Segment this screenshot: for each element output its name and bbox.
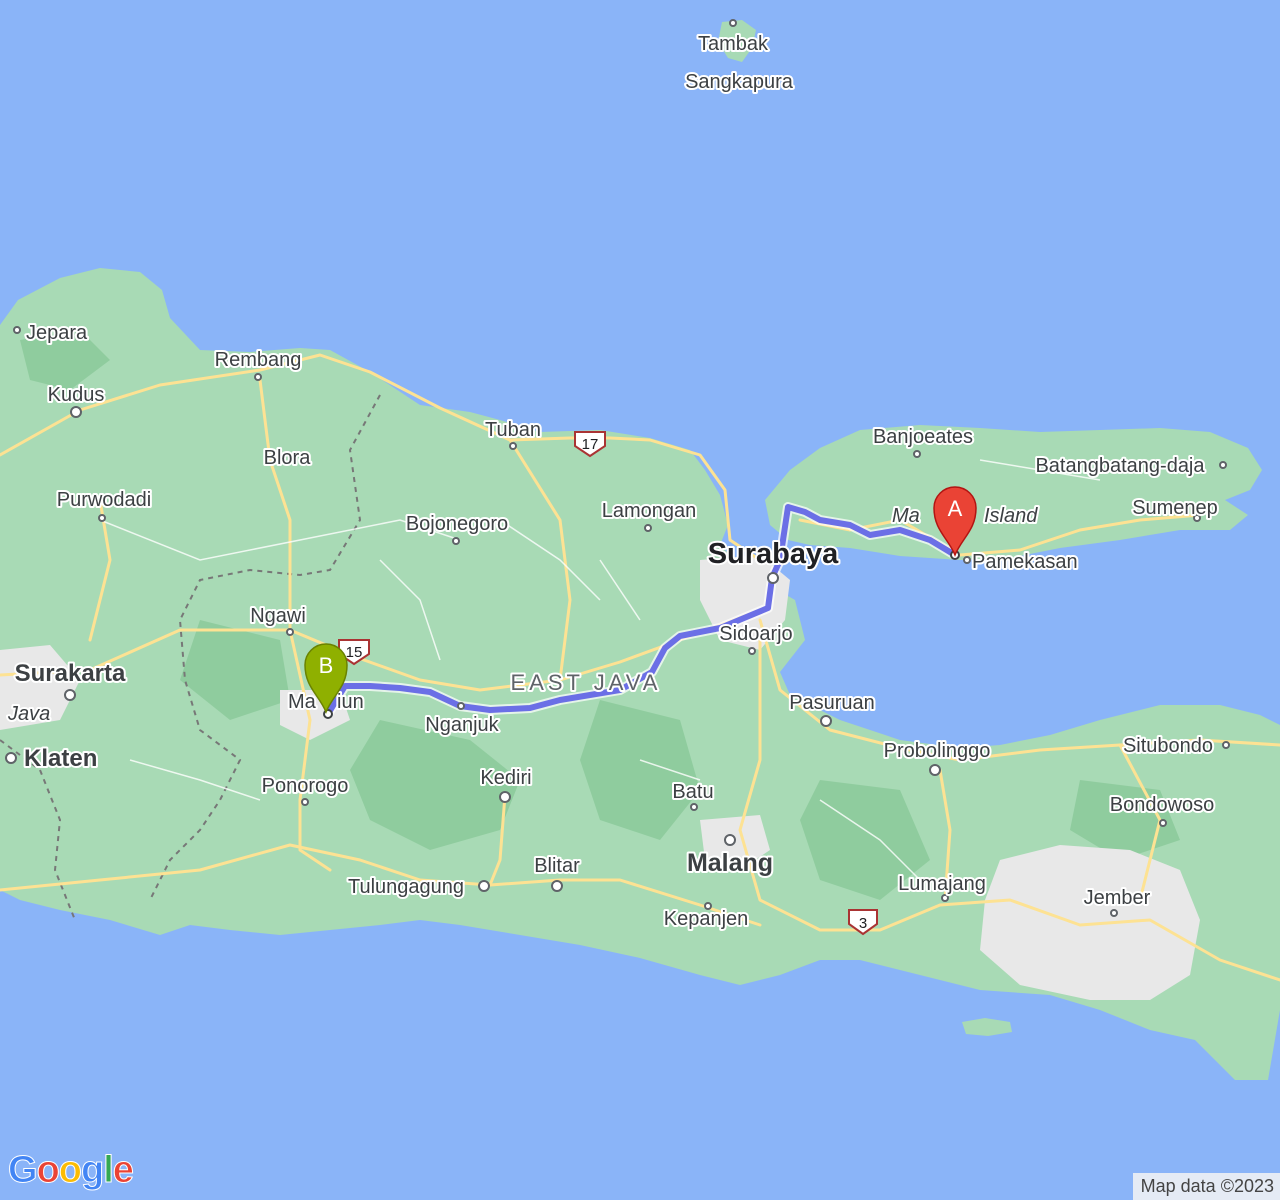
label-tulungagung: Tulungagung xyxy=(348,876,464,898)
label-jepara: Jepara xyxy=(26,322,88,344)
label-pamekasan: Pamekasan xyxy=(972,551,1078,573)
label-ponorogo: Ponorogo xyxy=(262,775,349,797)
label-rembang: Rembang xyxy=(215,349,302,371)
label-lumajang: Lumajang xyxy=(898,873,986,895)
label-malang: Malang xyxy=(687,849,773,877)
label-java: Java xyxy=(7,703,50,725)
label-bojonegoro: Bojonegoro xyxy=(406,513,508,535)
label-sidoarjo: Sidoarjo xyxy=(719,623,792,645)
label-surabaya: Surabaya xyxy=(708,538,839,570)
marker-a-label: A xyxy=(948,496,963,521)
label-probolinggo: Probolinggo xyxy=(884,740,991,762)
label-ngawi: Ngawi xyxy=(250,605,306,627)
label-kepanjen: Kepanjen xyxy=(664,908,749,930)
label-surakarta: Surakarta xyxy=(15,660,126,687)
google-logo[interactable]: Google xyxy=(8,1149,135,1192)
label-purwodadi: Purwodadi xyxy=(57,489,152,511)
label-sumenep: Sumenep xyxy=(1132,497,1218,519)
label-situbondo: Situbondo xyxy=(1123,735,1213,757)
label-kudus: Kudus xyxy=(48,384,105,406)
marker-b-label: B xyxy=(319,653,334,678)
label-kediri: Kediri xyxy=(480,767,531,789)
label-klaten: Klaten xyxy=(24,745,97,772)
label-batu: Batu xyxy=(672,781,713,803)
label-tuban: Tuban xyxy=(485,419,541,441)
label-jember: Jember xyxy=(1084,887,1151,909)
label-batangbatang-daja: Batangbatang-daja xyxy=(1035,455,1205,477)
svg-text:17: 17 xyxy=(582,436,599,453)
label-madiun-left: Ma xyxy=(288,691,317,713)
label-sangkapura: Sangkapura xyxy=(685,71,794,93)
label-blora: Blora xyxy=(264,447,312,469)
label-madura-prefix: Ma xyxy=(892,505,920,527)
label-banjoeates: Banjoeates xyxy=(873,426,973,448)
label-nganjuk: Nganjuk xyxy=(425,714,499,736)
svg-text:15: 15 xyxy=(346,644,363,661)
label-bondowoso: Bondowoso xyxy=(1110,794,1215,816)
label-lamongan: Lamongan xyxy=(602,500,697,522)
jember-urban-area xyxy=(980,845,1200,1000)
map-attribution[interactable]: Map data ©2023 xyxy=(1132,1173,1280,1200)
label-madiun-right: iun xyxy=(337,691,364,713)
label-blitar: Blitar xyxy=(534,855,580,877)
svg-text:3: 3 xyxy=(859,915,867,932)
label-tambak: Tambak xyxy=(698,33,769,55)
label-east-java: EAST JAVA xyxy=(511,670,662,695)
map-canvas[interactable]: 17 15 3 Tambak Sangkapura Jepara Rembang… xyxy=(0,0,1280,1200)
label-madura-suffix: Island xyxy=(984,505,1038,527)
label-pasuruan: Pasuruan xyxy=(789,692,875,714)
